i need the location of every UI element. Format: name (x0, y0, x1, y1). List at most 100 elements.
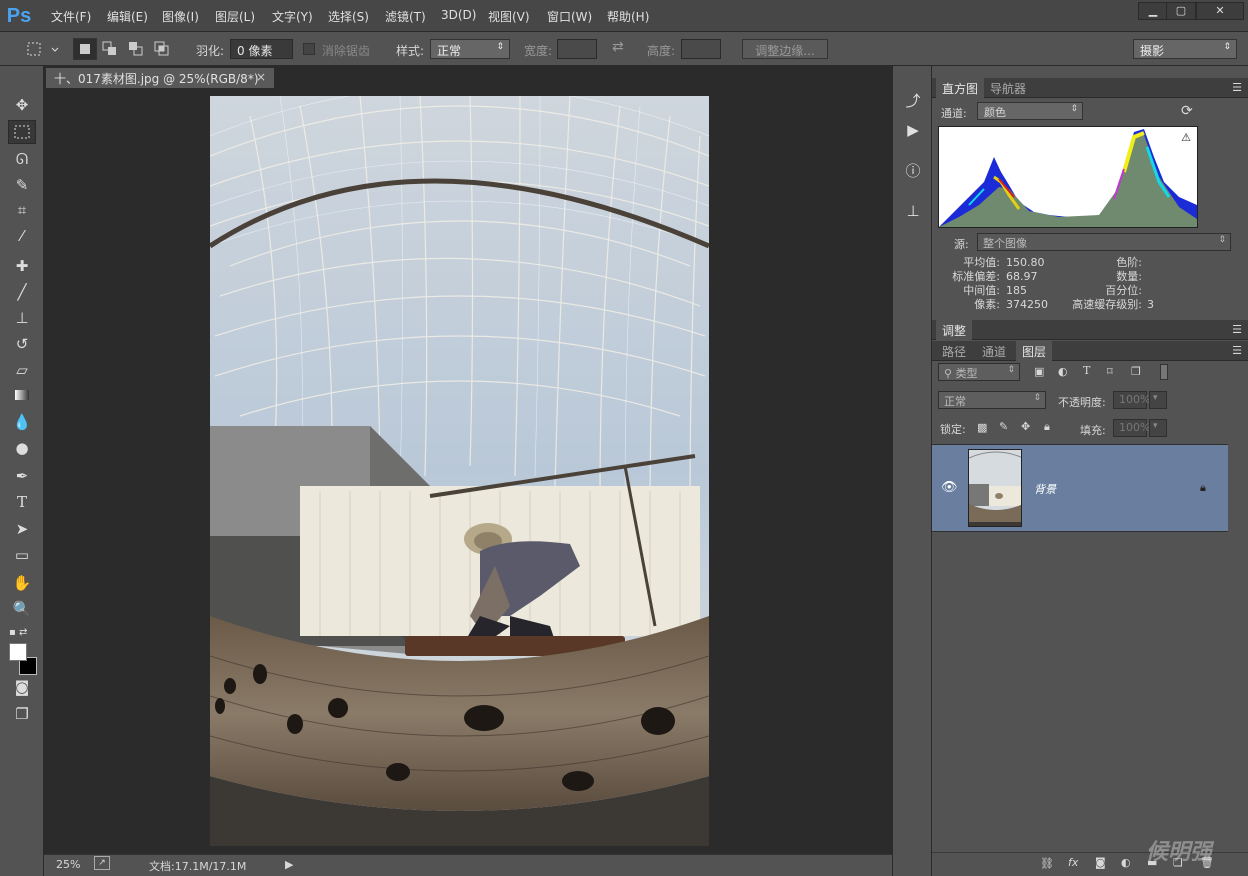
updown-arrow-icon: ⇕ (1007, 365, 1015, 375)
menu-image[interactable]: 图像(I) (162, 8, 199, 25)
history-panel-icon[interactable]: ⤴ (899, 88, 927, 114)
lock-position-icon[interactable]: ✥ (1021, 420, 1030, 433)
add-selection-button[interactable] (99, 38, 123, 60)
crop-tool-icon[interactable]: ⌗ (8, 198, 36, 222)
menu-filter[interactable]: 滤镜(T) (385, 8, 426, 25)
close-button[interactable]: ✕ (1196, 2, 1244, 20)
type-tool-icon[interactable]: T (8, 490, 36, 514)
gradient-tool-icon[interactable] (8, 384, 36, 408)
menu-type[interactable]: 文字(Y) (272, 8, 313, 25)
add-mask-icon[interactable]: ◙ (1095, 856, 1106, 869)
clone-stamp-tool-icon[interactable]: ⊥ (8, 306, 36, 330)
filter-toggle[interactable] (1160, 364, 1168, 380)
warning-icon[interactable]: ⚠ (1181, 131, 1191, 144)
tab-navigator[interactable]: 导航器 (984, 78, 1032, 98)
panel-menu-icon[interactable]: ☰ (1232, 344, 1242, 357)
antialias-checkbox[interactable] (303, 43, 315, 55)
fill-dropdown-icon[interactable]: ▾ (1149, 419, 1167, 437)
marquee-preset-picker[interactable] (22, 38, 64, 60)
history-brush-tool-icon[interactable]: ↺ (8, 332, 36, 356)
lock-paint-icon[interactable]: ✎ (999, 420, 1008, 433)
clone-source-icon[interactable]: ⊥ (899, 198, 927, 224)
feather-input[interactable]: 0 像素 (230, 39, 293, 59)
screen-mode-icon[interactable]: ❐ (8, 702, 36, 726)
adjustment-layer-icon[interactable]: ◐ (1121, 856, 1131, 869)
tab-paths[interactable]: 路径 (936, 341, 972, 361)
layer-row[interactable]: 👁︎ 背景 🔒︎ (932, 444, 1228, 532)
status-menu-arrow-icon[interactable]: ▶ (285, 858, 293, 871)
zoom-level[interactable]: 25% (56, 858, 80, 871)
channel-select[interactable]: 颜色 ⇕ (977, 102, 1083, 120)
filter-pixel-icon[interactable]: ▣ (1034, 365, 1044, 378)
info-icon[interactable]: ⓘ (899, 158, 927, 184)
menu-view[interactable]: 视图(V) (488, 8, 530, 25)
default-colors-icon[interactable]: ▪ ⇄ (9, 627, 35, 641)
healing-brush-tool-icon[interactable]: ✚ (8, 254, 36, 278)
blur-tool-icon[interactable]: 💧 (8, 410, 36, 434)
filter-shape-icon[interactable]: ⌑ (1107, 365, 1113, 378)
opacity-input[interactable]: 100% (1113, 391, 1150, 409)
export-icon[interactable]: ↗ (94, 856, 110, 870)
opacity-dropdown-icon[interactable]: ▾ (1149, 391, 1167, 409)
subtract-selection-button[interactable] (125, 38, 149, 60)
refresh-icon[interactable]: ⟳ (1181, 103, 1193, 119)
link-layers-icon[interactable]: ⛓ (1040, 857, 1054, 870)
tab-layers[interactable]: 图层 (1016, 341, 1053, 361)
lasso-tool-icon[interactable]: ᘏ (8, 147, 36, 171)
refine-edge-button[interactable]: 调整边缘... (742, 39, 828, 59)
filter-type-icon[interactable]: T (1083, 364, 1090, 377)
maximize-button[interactable]: ▢ (1166, 2, 1196, 20)
eraser-tool-icon[interactable]: ▱ (8, 358, 36, 382)
menu-select[interactable]: 选择(S) (328, 8, 369, 25)
tab-adjustments[interactable]: 调整 (936, 320, 973, 340)
menu-3d[interactable]: 3D(D) (441, 8, 476, 22)
tab-histogram[interactable]: 直方图 (936, 78, 985, 98)
layer-name[interactable]: 背景 (1034, 481, 1056, 497)
panel-menu-icon[interactable]: ☰ (1232, 81, 1242, 94)
panel-menu-icon[interactable]: ☰ (1232, 323, 1242, 336)
intersect-selection-button[interactable] (151, 38, 175, 60)
height-input[interactable] (681, 39, 721, 59)
menu-file[interactable]: 文件(F) (51, 8, 91, 25)
swap-icon[interactable]: ⇄ (612, 39, 624, 55)
close-tab-icon[interactable]: × (256, 70, 266, 84)
menu-edit[interactable]: 编辑(E) (107, 8, 148, 25)
quick-selection-tool-icon[interactable]: ✎ (8, 173, 36, 197)
histogram-tabs: 直方图 导航器 ☰ (932, 78, 1248, 98)
fill-input[interactable]: 100% (1113, 419, 1150, 437)
width-input[interactable] (557, 39, 597, 59)
pen-tool-icon[interactable]: ✒ (8, 464, 36, 488)
dodge-tool-icon[interactable]: ● (8, 436, 36, 460)
path-selection-tool-icon[interactable]: ➤ (8, 517, 36, 541)
stat-count-label: 数量: (1116, 270, 1142, 283)
tab-channels[interactable]: 通道 (976, 341, 1012, 361)
lock-transparent-icon[interactable]: ▩ (977, 421, 987, 434)
canvas-image[interactable] (210, 96, 709, 846)
source-select[interactable]: 整个图像 ⇕ (977, 233, 1231, 251)
document-tab[interactable]: 十、017素材图.jpg @ 25%(RGB/8*) × (46, 68, 274, 88)
hand-tool-icon[interactable]: ✋ (8, 571, 36, 595)
menu-help[interactable]: 帮助(H) (607, 8, 649, 25)
menu-window[interactable]: 窗口(W) (547, 8, 592, 25)
quick-mask-icon[interactable]: ◙ (8, 675, 36, 699)
filter-smartobject-icon[interactable]: ❐ (1131, 365, 1141, 378)
rectangle-tool-icon[interactable]: ▭ (8, 543, 36, 567)
actions-play-icon[interactable]: ▶ (899, 117, 927, 143)
lock-all-icon[interactable]: 🔒︎ (1044, 420, 1050, 434)
style-select[interactable]: 正常 ⇕ (430, 39, 510, 59)
minimize-button[interactable]: ▁ (1138, 2, 1168, 20)
foreground-color-swatch[interactable] (9, 643, 27, 661)
zoom-tool-icon[interactable]: 🔍 (8, 597, 36, 621)
workspace-select[interactable]: 摄影 ⇕ (1133, 39, 1237, 59)
fx-icon[interactable]: fx (1068, 856, 1078, 869)
blend-mode-select[interactable]: 正常 ⇕ (938, 391, 1046, 409)
move-tool-icon[interactable]: ✥ (8, 93, 36, 117)
new-selection-button[interactable] (73, 38, 97, 60)
marquee-tool-icon[interactable] (8, 120, 36, 144)
brush-tool-icon[interactable]: ╱ (8, 280, 36, 304)
layer-filter-select[interactable]: ⚲ 类型 ⇕ (938, 363, 1020, 381)
menu-layer[interactable]: 图层(L) (215, 8, 255, 25)
filter-adjustment-icon[interactable]: ◐ (1058, 365, 1068, 378)
visibility-eye-icon[interactable]: 👁︎ (941, 480, 958, 495)
eyedropper-tool-icon[interactable]: ⁄ (8, 224, 36, 248)
